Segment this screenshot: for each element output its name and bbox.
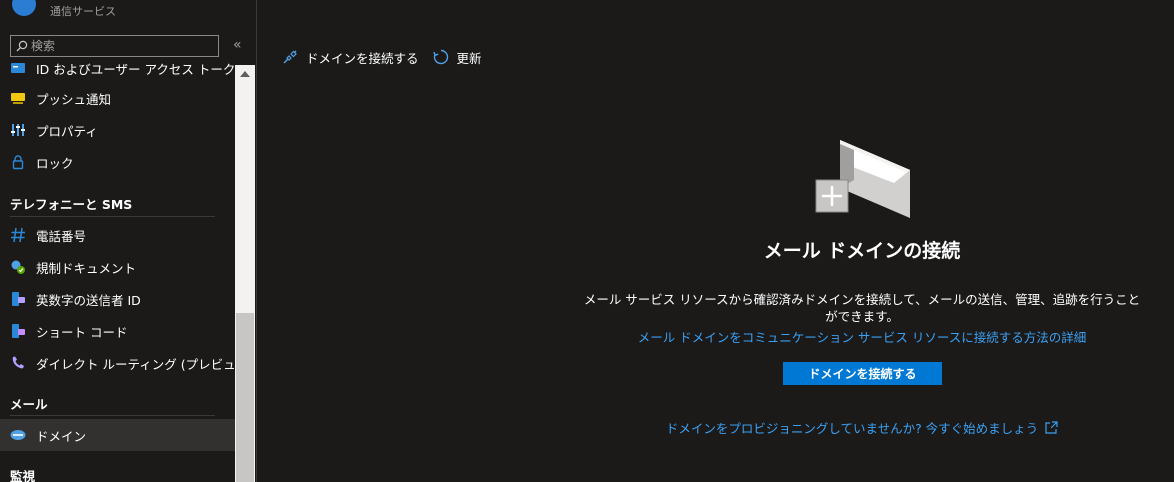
regulatory-document-icon xyxy=(10,259,26,275)
section-divider xyxy=(10,415,215,416)
email-envelope-illustration xyxy=(810,128,912,220)
communication-services-icon xyxy=(12,0,36,16)
provision-domain-link[interactable]: ドメインをプロビジョニングしていませんか? 今すぐ始めましょう xyxy=(562,418,1162,437)
sidebar-item-domains[interactable]: ドメイン xyxy=(0,419,235,451)
sidebar-nav: ID およびユーザー アクセス トークン プッシュ通知 プロパティ ロック テレ… xyxy=(0,60,235,482)
scroll-up-arrow-icon[interactable] xyxy=(240,71,250,77)
section-header-telephony: テレフォニーと SMS xyxy=(10,197,133,212)
sidebar-scrollbar-thumb[interactable] xyxy=(236,313,254,482)
section-divider xyxy=(10,216,215,217)
lock-icon xyxy=(10,154,26,170)
sidebar-item-short-codes[interactable]: ショート コード xyxy=(0,315,235,347)
sidebar-item-label: ショート コード xyxy=(36,324,128,340)
sidebar-item-identity[interactable]: ID およびユーザー アクセス トークン xyxy=(0,60,235,84)
search-input[interactable] xyxy=(31,37,211,55)
hashtag-icon xyxy=(10,227,26,243)
sidebar-item-label: ロック xyxy=(36,155,74,171)
sidebar-item-lock[interactable]: ロック xyxy=(0,146,235,178)
direct-routing-icon xyxy=(10,355,26,371)
empty-state-title: メール ドメインの接続 xyxy=(763,240,961,262)
sidebar-item-label: プッシュ通知 xyxy=(36,91,112,107)
resource-header: 通信サービス xyxy=(0,0,256,30)
link-icon xyxy=(283,50,297,64)
search-icon xyxy=(16,40,28,52)
connect-domain-toolbar-label: ドメインを接続する xyxy=(306,50,419,66)
sidebar-item-regulatory-documents[interactable]: 規制ドキュメント xyxy=(0,251,235,283)
resource-subtitle: 通信サービス xyxy=(50,5,116,18)
sidebar-item-label: 規制ドキュメント xyxy=(36,260,137,276)
refresh-icon xyxy=(432,49,448,65)
sidebar-item-label: 電話番号 xyxy=(36,228,87,244)
sidebar-item-push-notifications[interactable]: プッシュ通知 xyxy=(0,82,235,114)
refresh-button[interactable]: 更新 xyxy=(432,48,482,67)
learn-more-link[interactable]: メール ドメインをコミュニケーション サービス リソースに接続する方法の詳細 xyxy=(562,327,1162,346)
sidebar-item-label: ID およびユーザー アクセス トークン xyxy=(36,61,235,77)
refresh-label: 更新 xyxy=(456,50,482,66)
provision-domain-link-text: ドメインをプロビジョニングしていませんか? 今すぐ始めましょう xyxy=(665,421,1039,436)
section-header-email: メール xyxy=(10,397,48,412)
search-box[interactable] xyxy=(10,35,219,57)
collapse-sidebar-button[interactable]: « xyxy=(233,38,242,52)
sidebar-item-properties[interactable]: プロパティ xyxy=(0,114,235,146)
sidebar-item-label: ダイレクト ルーティング (プレビュー) xyxy=(36,356,235,372)
command-bar: ドメインを接続する 更新 xyxy=(282,44,496,70)
connect-domain-toolbar-button[interactable]: ドメインを接続する xyxy=(282,48,419,67)
properties-icon xyxy=(10,122,26,138)
connect-domain-button[interactable]: ドメインを接続する xyxy=(783,362,942,385)
alphanumeric-sender-icon xyxy=(10,291,26,307)
sidebar-item-label: 英数字の送信者 ID xyxy=(36,292,141,308)
section-header-monitoring: 監視 xyxy=(10,469,36,482)
empty-state-description: メール サービス リソースから確認済みドメインを接続して、メールの送信、管理、追… xyxy=(583,292,1141,324)
sidebar-item-alphanumeric-sender-id[interactable]: 英数字の送信者 ID xyxy=(0,283,235,315)
domain-icon xyxy=(10,427,26,443)
notification-icon xyxy=(10,90,26,106)
sidebar-item-label: プロパティ xyxy=(36,123,98,139)
id-badge-icon xyxy=(10,60,26,76)
sidebar-item-phone-numbers[interactable]: 電話番号 xyxy=(0,219,235,251)
sidebar: 通信サービス « ID およびユーザー アクセス トークン プッシュ通知 xyxy=(0,0,257,482)
sidebar-item-direct-routing[interactable]: ダイレクト ルーティング (プレビュー) xyxy=(0,347,235,379)
short-code-icon xyxy=(10,323,26,339)
external-link-icon xyxy=(1045,421,1058,434)
sidebar-item-label: ドメイン xyxy=(36,428,87,444)
